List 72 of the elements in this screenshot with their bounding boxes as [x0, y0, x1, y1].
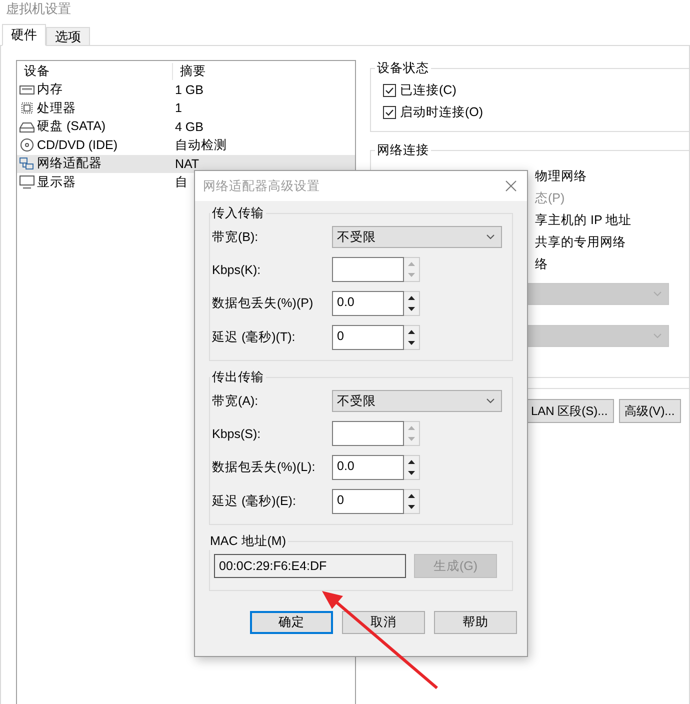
field-label: Kbps(S): [212, 426, 262, 440]
spinner-buttons[interactable] [404, 325, 420, 350]
field-label: 数据包丢失(%)(L): [212, 459, 316, 476]
device-item[interactable]: 网络适配器 [17, 154, 173, 173]
up-arrow-icon[interactable] [408, 494, 415, 498]
memory-icon [19, 82, 35, 97]
drive-icon [19, 120, 35, 134]
mac-address-field[interactable]: 00:0C:29:F6:E4:DF [214, 554, 406, 578]
disc-icon [19, 138, 35, 152]
checkbox[interactable]: 已连接(C) [383, 79, 689, 101]
monitor-icon [19, 175, 35, 190]
up-arrow-icon[interactable] [408, 460, 415, 464]
checkbox[interactable]: 启动时连接(O) [383, 101, 689, 123]
spin-field[interactable]: 0.0 [332, 455, 404, 480]
tab[interactable]: 硬件 [2, 24, 46, 46]
spinner-buttons[interactable] [404, 489, 420, 514]
network-icon [19, 156, 35, 171]
chevron-icon [653, 333, 662, 339]
chevron-icon [486, 234, 495, 240]
field-label: 带宽(B): [212, 228, 260, 246]
device-summary: 自 [174, 174, 188, 191]
column-header: 摘要 [179, 62, 207, 80]
device-summary: 自动检测 [174, 136, 227, 154]
dropdown[interactable]: 不受限 [332, 390, 502, 412]
field-label: Kbps(K): [212, 262, 262, 276]
down-arrow-icon[interactable] [408, 307, 415, 312]
close-icon[interactable] [505, 180, 517, 192]
spinner-buttons[interactable] [404, 455, 420, 480]
up-arrow-icon[interactable] [408, 330, 415, 334]
group-title: 网络连接 [376, 142, 430, 159]
spinner-buttons[interactable] [404, 291, 420, 316]
spin-field[interactable]: 0 [332, 325, 404, 350]
option-label: 络 [535, 256, 549, 273]
field-label: 延迟 (毫秒)(T): [212, 329, 296, 346]
dialog-title: 网络适配器高级设置 [203, 178, 320, 194]
group-title: 设备状态 [376, 60, 430, 77]
down-arrow-icon[interactable] [408, 471, 415, 476]
device-item[interactable]: 内存 [17, 80, 173, 99]
spin-field[interactable]: 0.0 [332, 291, 404, 316]
up-arrow-icon[interactable] [408, 296, 415, 300]
down-arrow-icon[interactable] [408, 505, 415, 510]
button[interactable]: 帮助 [434, 611, 517, 634]
group-title: 传入传输 [211, 205, 265, 222]
option-label: 态(P) [535, 190, 566, 207]
group-title: 传出传输 [211, 369, 265, 386]
button[interactable]: LAN 区段(S)... [525, 399, 614, 423]
device-item[interactable]: 显示器 [17, 173, 173, 192]
button[interactable]: 高级(V)... [618, 399, 681, 423]
tab[interactable]: 选项 [46, 27, 90, 46]
spin-field[interactable]: 0 [332, 489, 404, 514]
device-item[interactable]: 硬盘 (SATA) [17, 118, 173, 136]
field-label: 延迟 (毫秒)(E): [212, 493, 297, 510]
option-label: 享主机的 IP 地址 [535, 212, 633, 229]
option-label: 物理网络 [535, 168, 588, 185]
option-label: 共享的专用网络 [535, 234, 627, 251]
button[interactable]: 取消 [342, 611, 425, 634]
device-summary: 1 [174, 100, 182, 118]
down-arrow-icon[interactable] [408, 341, 415, 346]
chevron-icon [486, 398, 495, 404]
field-label: 数据包丢失(%)(P) [212, 295, 314, 312]
field-label: 带宽(A): [212, 392, 260, 410]
device-item[interactable]: 处理器 [17, 99, 173, 118]
chip-icon [19, 101, 35, 116]
device-item[interactable]: CD/DVD (IDE) [17, 136, 173, 154]
device-summary: 1 GB [174, 82, 204, 99]
device-summary: 4 GB [174, 118, 204, 136]
button[interactable]: 确定 [250, 611, 333, 634]
window-title: 虚拟机设置 [6, 0, 71, 18]
group-title: MAC 地址(M) [209, 533, 287, 550]
dropdown[interactable]: 不受限 [332, 226, 502, 248]
chevron-icon [653, 291, 662, 297]
column-header: 设备 [17, 62, 173, 80]
